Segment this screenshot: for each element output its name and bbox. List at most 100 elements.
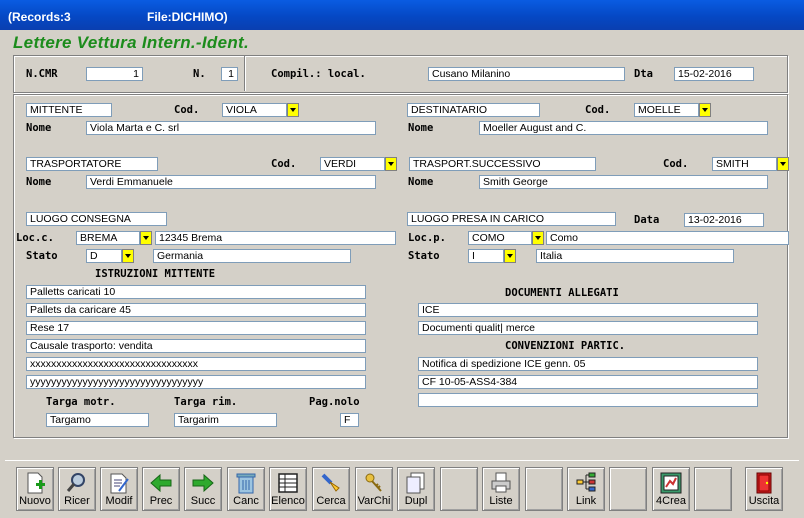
ricer-label: Ricer [64,495,90,507]
consegna-loc-dropdown[interactable] [140,231,152,245]
trasp-succ-cod-field[interactable]: SMITH [712,157,777,171]
presa-stato-code[interactable]: I [468,249,504,263]
targa-rim-label: Targa rim. [174,396,238,408]
ricer-button[interactable]: Ricer [58,467,96,511]
trasportatore-title: TRASPORTATORE [26,157,158,171]
presa-data-label: Data [634,214,660,226]
istruzioni-line-6[interactable]: yyyyyyyyyyyyyyyyyyyyyyyyyyyyyyyyy [26,375,366,389]
presa-loc-dropdown[interactable] [532,231,544,245]
presa-loc-field[interactable]: Como [546,231,789,245]
compil-field[interactable]: Cusano Milanino [428,67,625,81]
trasportatore-cod-dropdown[interactable] [385,157,397,171]
destinatario-title: DESTINATARIO [407,103,540,117]
destinatario-cod-dropdown[interactable] [699,103,711,117]
convenzioni-line-1[interactable]: Notifica di spedizione ICE genn. 05 [418,357,758,371]
pagnolo-field[interactable]: F [340,413,359,427]
exit-door-icon [756,472,772,494]
file-name: File:DICHIMO) [147,10,228,24]
trasp-succ-cod-dropdown[interactable] [777,157,789,171]
istruzioni-line-1[interactable]: Palletts caricati 10 [26,285,366,299]
cerca-button[interactable]: Cerca [312,467,350,511]
trash-icon [236,473,256,494]
trasportatore-nome-field[interactable]: Verdi Emmanuele [86,175,376,189]
destinatario-cod-label: Cod. [585,104,611,116]
crea-label: 4Crea [656,495,686,507]
dupl-label: Dupl [404,495,428,507]
varchi-button[interactable]: VarChi [355,467,393,511]
trasp-succ-nome-label: Nome [408,176,434,188]
app-title: Lettere Vettura Intern.-Ident. [13,33,250,52]
documenti-line-2[interactable]: Documenti qualit| merce [418,321,758,335]
elenco-button[interactable]: Elenco [269,467,307,511]
presa-loc-label: Loc.p. [408,232,446,244]
destinatario-nome-label: Nome [408,122,434,134]
empty-button-3[interactable] [609,467,647,511]
ncmr-field[interactable]: 1 [86,67,143,81]
consegna-stato-code[interactable]: D [86,249,122,263]
destinatario-nome-field[interactable]: Moeller August and C. [479,121,768,135]
documenti-line-1[interactable]: ICE [418,303,758,317]
flashlight-icon [321,473,340,492]
presa-data-field[interactable]: 13-02-2016 [684,213,764,227]
liste-label: Liste [489,495,513,507]
ncmr-label: N.CMR [26,68,58,80]
trasportatore-cod-label: Cod. [271,158,297,170]
arrow-right-icon [192,473,214,493]
succ-button[interactable]: Succ [184,467,222,511]
cerca-label: Cerca [316,495,346,507]
trasp-succ-cod-label: Cod. [663,158,689,170]
destinatario-cod-field[interactable]: MOELLE [634,103,699,117]
trasportatore-cod-field[interactable]: VERDI [320,157,385,171]
consegna-stato-field[interactable]: Germania [153,249,351,263]
nuovo-button[interactable]: Nuovo [16,467,54,511]
succ-label: Succ [190,495,216,507]
arrow-left-icon [150,473,172,493]
prec-button[interactable]: Prec [142,467,180,511]
records-count: (Records:3 [8,10,71,24]
mittente-nome-label: Nome [26,122,52,134]
crea-button[interactable]: 4Crea [652,467,690,511]
canc-button[interactable]: Canc [227,467,265,511]
targa-motr-field[interactable]: Targamo [46,413,149,427]
n-field[interactable]: 1 [221,67,238,81]
istruzioni-line-2[interactable]: Pallets da caricare 45 [26,303,366,317]
dta-field[interactable]: 15-02-2016 [674,67,754,81]
trasp-succ-nome-field[interactable]: Smith George [479,175,768,189]
convenzioni-title: CONVENZIONI PARTIC. [505,340,626,352]
consegna-loc-label: Loc.c. [16,232,54,244]
presa-stato-label: Stato [408,250,440,262]
compil-label: Compil.: local. [271,68,366,80]
trasp-succ-title: TRASPORT.SUCCESSIVO [409,157,596,171]
printer-icon [491,472,511,493]
elenco-label: Elenco [271,495,305,507]
targa-rim-field[interactable]: Targarim [174,413,277,427]
hierarchy-icon [576,472,596,492]
mittente-cod-dropdown[interactable] [287,103,299,117]
title-bar: (Records:3 File:DICHIMO) [0,0,804,30]
convenzioni-line-2[interactable]: CF 10-05-ASS4-384 [418,375,758,389]
link-button[interactable]: Link [567,467,605,511]
uscita-button[interactable]: Uscita [745,467,783,511]
liste-button[interactable]: Liste [482,467,520,511]
empty-button-4[interactable] [694,467,732,511]
modif-button[interactable]: Modif [100,467,138,511]
dupl-button[interactable]: Dupl [397,467,435,511]
empty-button-1[interactable] [440,467,478,511]
mittente-cod-field[interactable]: VIOLA [222,103,287,117]
presa-stato-dropdown[interactable] [504,249,516,263]
istruzioni-line-3[interactable]: Rese 17 [26,321,366,335]
edit-document-icon [110,473,129,494]
istruzioni-line-4[interactable]: Causale trasporto: vendita [26,339,366,353]
presa-loc-code[interactable]: COMO [468,231,532,245]
uscita-label: Uscita [748,495,780,507]
link-label: Link [575,495,597,507]
consegna-loc-code[interactable]: BREMA [76,231,140,245]
empty-button-2[interactable] [525,467,563,511]
istruzioni-line-5[interactable]: xxxxxxxxxxxxxxxxxxxxxxxxxxxxxxxx [26,357,366,371]
consegna-stato-dropdown[interactable] [122,249,134,263]
convenzioni-line-3[interactable] [418,393,758,407]
consegna-loc-field[interactable]: 12345 Brema [155,231,396,245]
presa-stato-field[interactable]: Italia [536,249,734,263]
mittente-nome-field[interactable]: Viola Marta e C. srl [86,121,376,135]
modif-label: Modif [105,495,133,507]
